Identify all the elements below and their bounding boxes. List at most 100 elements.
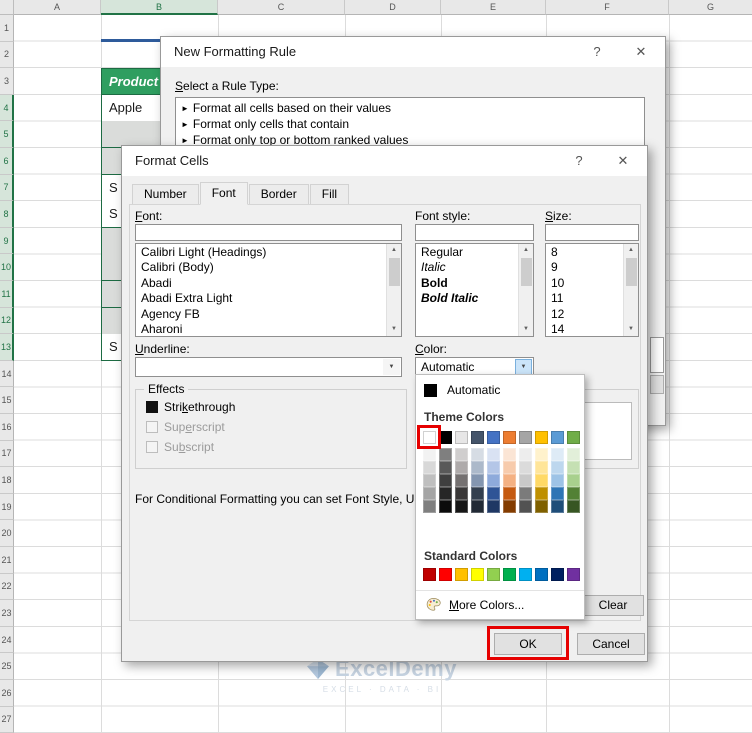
font-style-option[interactable]: Bold Italic — [417, 291, 517, 306]
strikethrough-checkbox[interactable] — [146, 401, 158, 413]
row-header-2[interactable]: 2 — [0, 41, 14, 69]
theme-tint-swatch[interactable] — [503, 448, 516, 461]
underline-select[interactable]: ▼ — [135, 357, 402, 377]
theme-tint-swatch[interactable] — [487, 448, 500, 461]
theme-tint-swatch[interactable] — [519, 461, 532, 474]
scroll-thumb[interactable] — [521, 258, 532, 286]
font-option[interactable]: Calibri (Body) — [137, 260, 385, 275]
standard-color-swatch[interactable] — [567, 568, 580, 581]
theme-tint-swatch[interactable] — [423, 474, 436, 487]
row-header-7[interactable]: 7 — [0, 174, 14, 202]
theme-tint-swatch[interactable] — [551, 461, 564, 474]
rule-type-option[interactable]: ► Format only cells that contain — [176, 116, 644, 132]
theme-tint-swatch[interactable] — [455, 461, 468, 474]
standard-color-swatch[interactable] — [519, 568, 532, 581]
column-header-B[interactable]: B — [101, 0, 218, 15]
row-header-6[interactable]: 6 — [0, 148, 14, 175]
theme-tint-swatch[interactable] — [519, 448, 532, 461]
theme-tint-swatch[interactable] — [423, 487, 436, 500]
row-header-25[interactable]: 25 — [0, 653, 14, 680]
row-header-20[interactable]: 20 — [0, 520, 14, 547]
row-header-18[interactable]: 18 — [0, 467, 14, 494]
theme-color-swatch[interactable] — [455, 431, 468, 444]
theme-tint-swatch[interactable] — [519, 474, 532, 487]
row-header-19[interactable]: 19 — [0, 493, 14, 521]
size-input[interactable] — [545, 224, 639, 241]
theme-color-swatch[interactable] — [503, 431, 516, 444]
theme-tint-swatch[interactable] — [471, 461, 484, 474]
scroll-down-icon[interactable]: ▼ — [519, 323, 533, 336]
row-header-1[interactable]: 1 — [0, 15, 14, 42]
font-style-option[interactable]: Italic — [417, 260, 517, 275]
close-icon[interactable]: ✕ — [625, 37, 657, 67]
theme-color-swatch[interactable] — [487, 431, 500, 444]
theme-tint-swatch[interactable] — [455, 500, 468, 513]
theme-color-swatch[interactable] — [471, 431, 484, 444]
row-header-13[interactable]: 13 — [0, 334, 14, 361]
row-header-15[interactable]: 15 — [0, 387, 14, 414]
superscript-checkbox-row[interactable]: Superscript — [146, 420, 225, 434]
standard-color-swatch[interactable] — [551, 568, 564, 581]
theme-color-swatch[interactable] — [567, 431, 580, 444]
help-button[interactable]: ? — [581, 37, 613, 67]
dropdown-arrow-icon[interactable]: ▼ — [515, 359, 532, 375]
row-header-24[interactable]: 24 — [0, 626, 14, 654]
help-button[interactable]: ? — [563, 146, 595, 176]
column-header-G[interactable]: G — [669, 0, 752, 15]
theme-tint-swatch[interactable] — [439, 500, 452, 513]
row-header-9[interactable]: 9 — [0, 227, 14, 255]
row-header-21[interactable]: 21 — [0, 547, 14, 574]
row-header-5[interactable]: 5 — [0, 121, 14, 148]
standard-color-swatch[interactable] — [471, 568, 484, 581]
select-all-corner[interactable] — [0, 0, 14, 15]
row-header-3[interactable]: 3 — [0, 68, 14, 95]
column-header-C[interactable]: C — [218, 0, 345, 15]
theme-tint-swatch[interactable] — [487, 487, 500, 500]
theme-tint-swatch[interactable] — [535, 487, 548, 500]
font-style-option[interactable]: Bold — [417, 276, 517, 291]
theme-tint-swatch[interactable] — [535, 500, 548, 513]
theme-tint-swatch[interactable] — [455, 474, 468, 487]
standard-color-swatch[interactable] — [535, 568, 548, 581]
row-header-4[interactable]: 4 — [0, 94, 14, 122]
theme-tint-swatch[interactable] — [455, 448, 468, 461]
theme-tint-swatch[interactable] — [551, 500, 564, 513]
theme-tint-swatch[interactable] — [567, 474, 580, 487]
standard-color-swatch[interactable] — [487, 568, 500, 581]
subscript-checkbox-row[interactable]: Subscript — [146, 440, 214, 454]
column-header-D[interactable]: D — [345, 0, 441, 15]
size-option[interactable]: 9 — [547, 260, 622, 275]
row-header-8[interactable]: 8 — [0, 201, 14, 228]
theme-tint-swatch[interactable] — [567, 448, 580, 461]
size-option[interactable]: 10 — [547, 276, 622, 291]
theme-tint-swatch[interactable] — [487, 500, 500, 513]
row-header-23[interactable]: 23 — [0, 600, 14, 627]
theme-tint-swatch[interactable] — [471, 474, 484, 487]
column-header-F[interactable]: F — [546, 0, 669, 15]
theme-tint-swatch[interactable] — [567, 461, 580, 474]
close-icon[interactable]: ✕ — [607, 146, 639, 176]
theme-tint-swatch[interactable] — [487, 474, 500, 487]
scrollbar[interactable]: ▲ ▼ — [386, 244, 401, 336]
theme-tint-swatch[interactable] — [455, 487, 468, 500]
more-colors-option[interactable]: More Colors... — [416, 590, 584, 618]
scroll-down-icon[interactable]: ▼ — [387, 323, 401, 336]
scroll-up-icon[interactable]: ▲ — [387, 244, 401, 257]
theme-color-swatch[interactable] — [551, 431, 564, 444]
theme-tint-swatch[interactable] — [551, 487, 564, 500]
strikethrough-checkbox-row[interactable]: Strikethrough — [146, 400, 235, 414]
standard-color-swatch[interactable] — [503, 568, 516, 581]
theme-tint-swatch[interactable] — [503, 474, 516, 487]
cancel-button[interactable]: Cancel — [577, 633, 645, 655]
font-option[interactable]: Calibri Light (Headings) — [137, 245, 385, 260]
theme-tint-swatch[interactable] — [423, 448, 436, 461]
size-option[interactable]: 14 — [547, 322, 622, 336]
row-header-11[interactable]: 11 — [0, 281, 14, 308]
size-option[interactable]: 12 — [547, 307, 622, 322]
theme-tint-swatch[interactable] — [487, 461, 500, 474]
standard-color-swatch[interactable] — [455, 568, 468, 581]
scroll-thumb[interactable] — [626, 258, 637, 286]
row-header-17[interactable]: 17 — [0, 440, 14, 468]
theme-tint-swatch[interactable] — [551, 474, 564, 487]
theme-tint-swatch[interactable] — [439, 461, 452, 474]
